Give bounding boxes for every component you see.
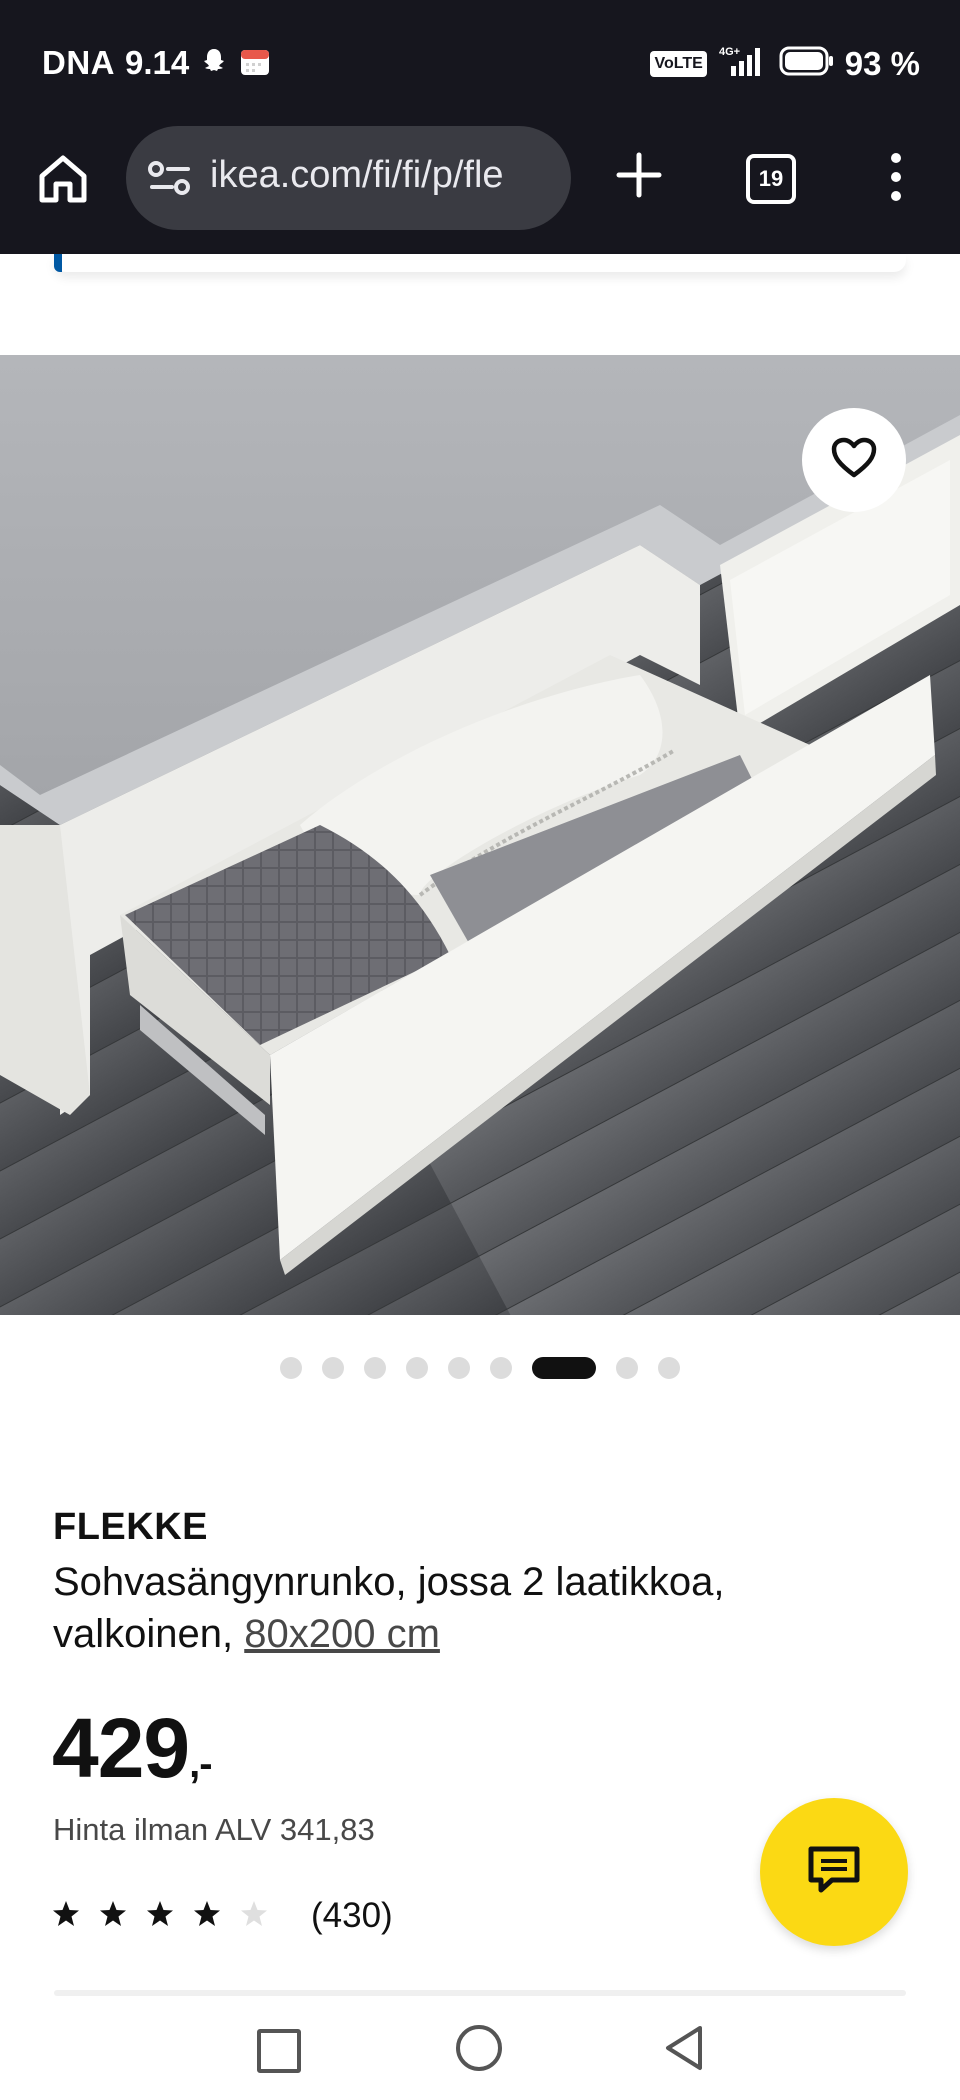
gallery-dot[interactable]: [406, 1357, 428, 1379]
volte-badge: VoLTE: [650, 50, 707, 77]
signal-icon: 4G+: [717, 44, 769, 83]
star-filled-icon: [100, 1901, 126, 1926]
star-filled-icon: [147, 1901, 173, 1926]
battery-percentage: 93 %: [844, 44, 920, 82]
sticky-card-edge: [54, 254, 906, 272]
chat-button[interactable]: [760, 1798, 908, 1946]
battery-icon: [779, 45, 835, 82]
status-bar: DNA 9.14 VoLTE 4G+ 93 %: [0, 0, 960, 126]
gallery-dot[interactable]: [364, 1357, 386, 1379]
gallery-dot[interactable]: [280, 1357, 302, 1379]
tabs-icon[interactable]: 19: [746, 154, 796, 204]
network-type-label: 4G+: [719, 46, 740, 58]
calendar-icon: [239, 45, 271, 82]
favorite-button[interactable]: [802, 408, 906, 512]
gallery-dot[interactable]: [322, 1357, 344, 1379]
product-image[interactable]: [0, 355, 960, 1315]
heart-icon: [831, 437, 877, 484]
site-settings-icon[interactable]: [148, 158, 192, 198]
product-price: 429,-: [52, 1700, 213, 1797]
recents-icon[interactable]: [257, 2029, 301, 2073]
rating[interactable]: (430): [50, 1896, 393, 1936]
address-bar[interactable]: ikea.com/fi/fi/p/fle: [126, 126, 571, 230]
more-menu-icon[interactable]: [884, 150, 908, 204]
back-icon[interactable]: [660, 2023, 706, 2073]
section-divider: [54, 1990, 906, 1996]
home-icon[interactable]: [36, 152, 90, 206]
snapchat-icon: [199, 46, 229, 81]
carrier-label: DNA: [42, 44, 115, 81]
gallery-dot[interactable]: [448, 1357, 470, 1379]
product-name: FLEKKE: [53, 1506, 208, 1548]
star-empty-icon: [241, 1901, 267, 1926]
price-suffix: ,-: [189, 1742, 212, 1786]
price-value: 429: [52, 1701, 190, 1795]
chat-icon: [806, 1844, 862, 1901]
accent-bar: [54, 254, 62, 272]
star-filled-icon: [53, 1901, 79, 1926]
home-circle-icon[interactable]: [456, 2025, 502, 2071]
size-link[interactable]: 80x200 cm: [244, 1612, 440, 1656]
star-filled-icon: [194, 1901, 220, 1926]
clock: 9.14: [125, 44, 190, 81]
url-text[interactable]: ikea.com/fi/fi/p/fle: [210, 154, 504, 197]
review-count[interactable]: (430): [311, 1896, 393, 1936]
product-description: Sohvasängynrunko, jossa 2 laatikkoa, val…: [53, 1556, 873, 1660]
product-photo: [0, 355, 960, 1315]
rating-stars: [50, 1896, 285, 1936]
gallery-pagination[interactable]: [0, 1354, 960, 1382]
gallery-dot[interactable]: [532, 1357, 596, 1379]
gallery-dot[interactable]: [658, 1357, 680, 1379]
gallery-dot[interactable]: [490, 1357, 512, 1379]
plus-icon[interactable]: [614, 150, 664, 200]
gallery-dot[interactable]: [616, 1357, 638, 1379]
price-without-vat: Hinta ilman ALV 341,83: [53, 1812, 375, 1847]
